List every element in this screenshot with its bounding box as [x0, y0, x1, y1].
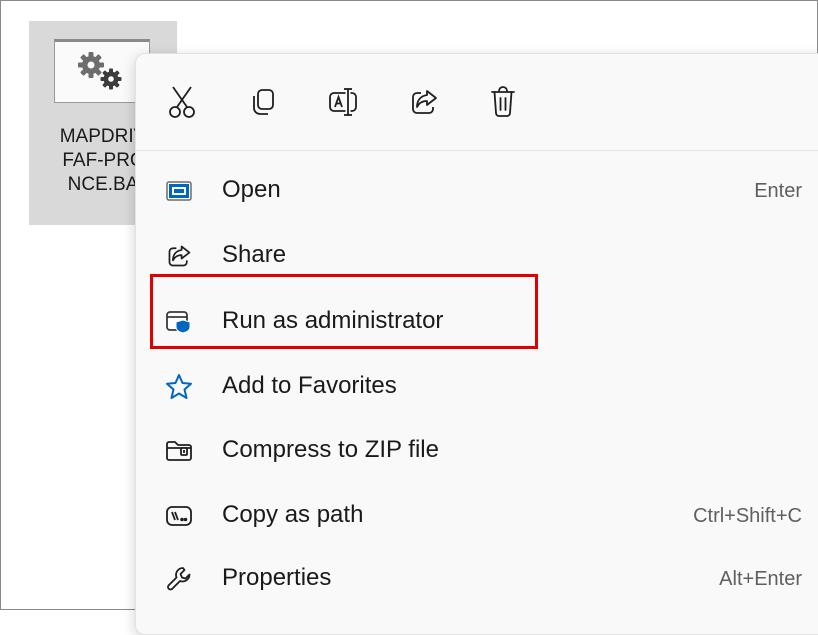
copy-button[interactable]	[243, 80, 283, 124]
menu-item-shortcut: Ctrl+Shift+C	[693, 505, 802, 527]
file-name-line-1: MAPDRIV	[59, 126, 147, 147]
file-name-line-3: NCE.BA	[67, 174, 139, 195]
context-menu-toolbar	[136, 54, 818, 151]
menu-item-label: Share	[222, 241, 287, 268]
share-icon	[164, 241, 194, 271]
share-icon	[412, 90, 437, 114]
rename-button[interactable]	[323, 80, 363, 124]
menu-item-properties[interactable]: Properties Alt+Enter	[152, 552, 802, 604]
menu-item-copy-as-path[interactable]: Copy as path Ctrl+Shift+C	[152, 489, 802, 541]
screenshot-frame: MAPDRIV FAF-PRC NCE.BA Open Enter Share …	[0, 0, 818, 635]
menu-item-shortcut: Enter	[754, 180, 802, 202]
menu-item-label: Open	[222, 176, 281, 203]
menu-item-label: Compress to ZIP file	[222, 436, 439, 463]
scissors-icon	[169, 86, 195, 118]
menu-item-label: Add to Favorites	[222, 372, 397, 399]
menu-item-compress-to-zip[interactable]: Compress to ZIP file	[152, 424, 802, 476]
path-icon	[164, 501, 194, 531]
menu-item-label: Copy as path	[222, 501, 364, 528]
menu-item-shortcut: Alt+Enter	[719, 568, 802, 590]
delete-button[interactable]	[483, 80, 523, 124]
open-window-icon	[164, 176, 194, 206]
menu-item-add-to-favorites[interactable]: Add to Favorites	[152, 360, 802, 412]
menu-item-open[interactable]: Open Enter	[152, 164, 802, 216]
trash-icon	[491, 86, 515, 117]
rename-icon	[329, 88, 357, 116]
cut-button[interactable]	[162, 80, 202, 124]
zip-folder-icon	[164, 436, 194, 466]
share-button[interactable]	[404, 80, 444, 124]
star-icon	[164, 372, 194, 402]
gears-icon	[78, 52, 122, 90]
highlight-box	[150, 274, 538, 349]
file-name-line-2: FAF-PRC	[62, 150, 144, 171]
copy-icon	[253, 89, 274, 115]
wrench-icon	[164, 564, 194, 594]
menu-item-label: Properties	[222, 564, 332, 591]
